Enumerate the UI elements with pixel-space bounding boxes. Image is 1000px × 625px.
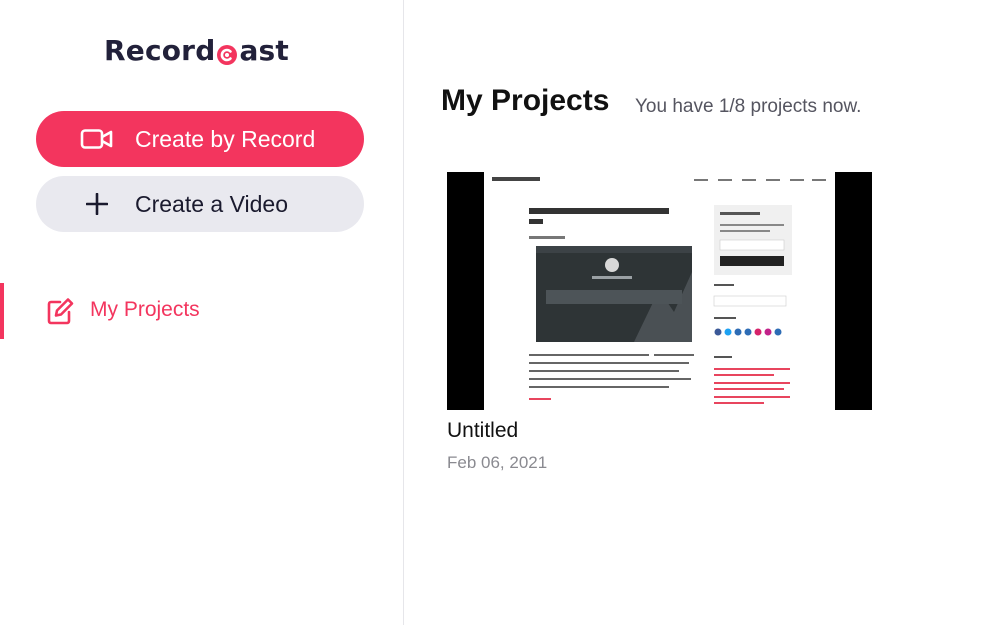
sidebar-item-label: My Projects <box>90 298 200 321</box>
logo-c-icon <box>216 40 238 65</box>
create-a-video-label: Create a Video <box>135 191 289 217</box>
project-card[interactable]: Untitled Feb 06, 2021 <box>447 172 872 472</box>
create-by-record-label: Create by Record <box>135 126 316 152</box>
plus-icon <box>80 190 114 218</box>
logo-text-end: ast <box>239 33 289 67</box>
project-thumbnail[interactable] <box>447 172 872 410</box>
active-indicator <box>0 283 4 339</box>
project-title[interactable]: Untitled <box>447 419 518 443</box>
project-count-text: You have 1/8 projects now. <box>635 96 862 117</box>
sidebar: Record ast Create by Record Create a Vid… <box>0 0 404 625</box>
project-date: Feb 06, 2021 <box>447 453 548 472</box>
page-title: My Projects <box>441 84 610 117</box>
video-camera-icon <box>80 125 114 153</box>
edit-square-icon <box>45 296 75 326</box>
logo-text-start: Record <box>104 33 216 67</box>
thumbnail-webpage-image <box>484 172 835 410</box>
recordcast-logo[interactable]: Record ast <box>104 30 289 70</box>
sidebar-item-my-projects[interactable]: My Projects <box>0 283 403 339</box>
main-content: My Projects You have 1/8 projects now. U… <box>405 0 1000 625</box>
create-a-video-button[interactable]: Create a Video <box>36 176 364 232</box>
create-by-record-button[interactable]: Create by Record <box>36 111 364 167</box>
